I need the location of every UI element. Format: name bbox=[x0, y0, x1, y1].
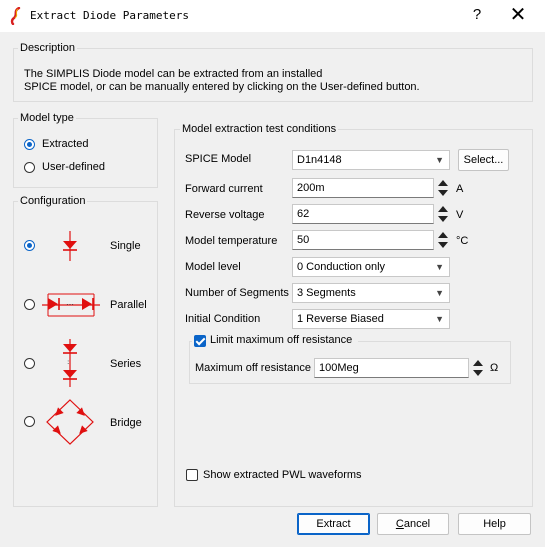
chevron-down-icon: ▼ bbox=[435, 262, 444, 272]
select-model-button[interactable]: Select... bbox=[458, 149, 509, 171]
series-config-radio[interactable] bbox=[24, 358, 35, 369]
number-of-segments-label: Number of Segments bbox=[185, 287, 289, 299]
cancel-button[interactable]: Cancel bbox=[377, 513, 449, 535]
single-diode-icon bbox=[63, 231, 77, 261]
help-button[interactable]: Help bbox=[458, 513, 531, 535]
reverse-voltage-unit: V bbox=[456, 209, 464, 221]
chevron-down-icon: ▼ bbox=[435, 314, 444, 324]
max-off-resistance-spinner[interactable] bbox=[472, 358, 484, 378]
model-level-combo[interactable]: 0 Conduction only ▼ bbox=[292, 257, 450, 277]
description-line-2: SPICE model, or can be manually entered … bbox=[24, 81, 420, 93]
limit-off-resistance-row[interactable]: Limit maximum off resistance bbox=[192, 334, 358, 348]
parallel-config-radio[interactable] bbox=[24, 299, 35, 310]
parallel-config-label[interactable]: Parallel bbox=[110, 299, 147, 311]
extracted-radio[interactable] bbox=[24, 139, 35, 150]
window-title: Extract Diode Parameters bbox=[30, 9, 189, 22]
forward-current-spinner[interactable] bbox=[437, 178, 449, 198]
model-type-group bbox=[13, 118, 158, 188]
parallel-diode-icon: … bbox=[42, 293, 100, 317]
single-config-radio[interactable] bbox=[24, 240, 35, 251]
max-off-resistance-input[interactable]: 100Meg bbox=[314, 358, 469, 378]
initial-condition-combo[interactable]: 1 Reverse Biased ▼ bbox=[292, 309, 450, 329]
configuration-group-label: Configuration bbox=[18, 195, 88, 207]
close-icon[interactable]: ✕ bbox=[505, 3, 531, 27]
svg-text::: : bbox=[67, 358, 69, 366]
cancel-accelerator: C bbox=[395, 518, 404, 530]
model-temperature-unit: °C bbox=[456, 235, 469, 247]
chevron-down-icon: ▼ bbox=[435, 288, 444, 298]
user-defined-radio[interactable] bbox=[24, 162, 35, 173]
reverse-voltage-label: Reverse voltage bbox=[185, 209, 265, 221]
extract-button[interactable]: Extract bbox=[297, 513, 370, 535]
forward-current-label: Forward current bbox=[185, 183, 263, 195]
number-of-segments-combo[interactable]: 3 Segments ▼ bbox=[292, 283, 450, 303]
forward-current-input[interactable]: 200m bbox=[292, 178, 434, 198]
model-level-label: Model level bbox=[185, 261, 241, 273]
cancel-button-text: ancel bbox=[403, 518, 431, 530]
extracted-radio-label[interactable]: Extracted bbox=[42, 138, 88, 150]
number-of-segments-value: 3 Segments bbox=[297, 287, 356, 299]
series-config-label[interactable]: Series bbox=[110, 358, 141, 370]
model-temperature-input[interactable]: 50 bbox=[292, 230, 434, 250]
conditions-group-label: Model extraction test conditions bbox=[180, 123, 339, 135]
series-diode-icon: : bbox=[63, 339, 77, 387]
model-temperature-spinner[interactable] bbox=[437, 230, 449, 250]
simplis-app-icon bbox=[10, 7, 21, 25]
show-pwl-label[interactable]: Show extracted PWL waveforms bbox=[203, 469, 362, 481]
svg-text:…: … bbox=[66, 298, 74, 307]
reverse-voltage-input[interactable]: 62 bbox=[292, 204, 434, 224]
help-icon[interactable]: ? bbox=[466, 4, 488, 26]
reverse-voltage-spinner[interactable] bbox=[437, 204, 449, 224]
initial-condition-label: Initial Condition bbox=[185, 313, 261, 325]
description-group-label: Description bbox=[18, 42, 78, 54]
forward-current-unit: A bbox=[456, 183, 464, 195]
initial-condition-value: 1 Reverse Biased bbox=[297, 313, 384, 325]
description-line-1: The SIMPLIS Diode model can be extracted… bbox=[24, 68, 323, 80]
single-config-label[interactable]: Single bbox=[110, 240, 141, 252]
model-level-value: 0 Conduction only bbox=[297, 261, 386, 273]
user-defined-radio-label[interactable]: User-defined bbox=[42, 161, 105, 173]
max-off-resistance-label: Maximum off resistance bbox=[195, 362, 311, 374]
model-temperature-label: Model temperature bbox=[185, 235, 278, 247]
chevron-down-icon: ▼ bbox=[435, 155, 444, 165]
limit-off-resistance-checkbox[interactable] bbox=[194, 335, 206, 347]
max-off-resistance-unit: Ω bbox=[490, 362, 499, 374]
show-pwl-checkbox[interactable] bbox=[186, 469, 198, 481]
spice-model-label: SPICE Model bbox=[185, 153, 252, 165]
spice-model-combo[interactable]: D1n4148 ▼ bbox=[292, 150, 450, 170]
bridge-diode-icon bbox=[46, 399, 94, 445]
model-type-group-label: Model type bbox=[18, 112, 76, 124]
bridge-config-label[interactable]: Bridge bbox=[110, 417, 142, 429]
limit-off-resistance-label[interactable]: Limit maximum off resistance bbox=[210, 334, 352, 346]
spice-model-value: D1n4148 bbox=[297, 154, 342, 166]
bridge-config-radio[interactable] bbox=[24, 416, 35, 427]
